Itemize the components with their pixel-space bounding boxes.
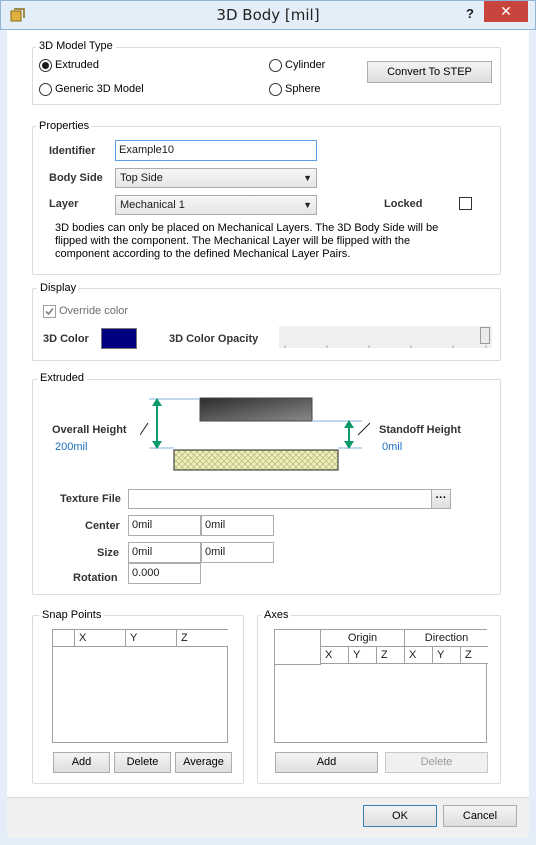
axes-origin-header: Origin <box>321 630 405 647</box>
opacity-slider[interactable] <box>279 326 492 348</box>
extrusion-diagram <box>139 395 371 473</box>
cancel-button[interactable]: Cancel <box>443 805 517 827</box>
snap-average-button[interactable]: Average <box>175 752 232 773</box>
size-y-input[interactable]: 0mil <box>201 542 274 563</box>
extruded-radio[interactable] <box>39 59 52 72</box>
standoff-height-label: Standoff Height <box>379 424 461 436</box>
override-color-checkbox[interactable] <box>43 305 56 318</box>
table-header-rowhead <box>275 630 321 665</box>
axes-direction-header: Direction <box>405 630 488 647</box>
opacity-slider-thumb[interactable] <box>480 327 490 344</box>
ok-button[interactable]: OK <box>363 805 437 827</box>
window-title: 3D Body [mil] <box>216 6 320 24</box>
identifier-input[interactable]: Example10 <box>115 140 317 161</box>
size-x-input[interactable]: 0mil <box>128 542 201 563</box>
chevron-down-icon: ▼ <box>303 173 312 183</box>
body-side-label: Body Side <box>49 172 103 184</box>
extruded-label[interactable]: Extruded <box>55 59 99 71</box>
chevron-down-icon: ▼ <box>303 200 312 210</box>
properties-legend: Properties <box>36 120 93 132</box>
layer-value: Mechanical 1 <box>120 199 185 211</box>
center-label: Center <box>85 520 120 532</box>
center-x-input[interactable]: 0mil <box>128 515 201 536</box>
axes-origin-z-header[interactable]: Z <box>377 647 405 664</box>
axes-origin-y-header[interactable]: Y <box>349 647 377 664</box>
snap-delete-button[interactable]: Delete <box>114 752 171 773</box>
locked-checkbox[interactable] <box>459 197 472 210</box>
layer-label: Layer <box>49 198 79 210</box>
display-legend: Display <box>37 282 80 294</box>
center-y-input[interactable]: 0mil <box>201 515 274 536</box>
3d-color-opacity-label: 3D Color Opacity <box>169 333 259 345</box>
generic-3d-model-label[interactable]: Generic 3D Model <box>55 83 144 95</box>
model-type-legend: 3D Model Type <box>36 40 116 52</box>
help-button[interactable]: ? <box>460 3 480 25</box>
sphere-label[interactable]: Sphere <box>285 83 320 95</box>
snap-points-table[interactable]: X Y Z <box>52 629 228 743</box>
texture-file-input[interactable] <box>128 489 432 509</box>
identifier-label: Identifier <box>49 145 96 157</box>
axes-origin-x-header[interactable]: X <box>321 647 349 664</box>
axes-delete-button: Delete <box>385 752 488 773</box>
axes-table[interactable]: Origin Direction X Y Z X Y Z <box>274 629 488 743</box>
mechanical-layer-note: 3D bodies can only be placed on Mechanic… <box>55 222 439 260</box>
snap-col-x-header[interactable]: X <box>75 630 126 647</box>
axes-direction-y-header[interactable]: Y <box>433 647 461 664</box>
table-header-rowhead <box>53 630 75 647</box>
generic-3d-model-radio[interactable] <box>39 83 52 96</box>
texture-file-label: Texture File <box>60 493 121 505</box>
snap-add-button[interactable]: Add <box>53 752 110 773</box>
axes-direction-z-header[interactable]: Z <box>461 647 488 664</box>
rotation-input[interactable]: 0.000 <box>128 563 201 584</box>
body-side-value: Top Side <box>120 172 163 184</box>
browse-button[interactable]: ··· <box>431 489 451 509</box>
display-group <box>32 288 501 361</box>
snap-col-y-header[interactable]: Y <box>126 630 177 647</box>
cylinder-label[interactable]: Cylinder <box>285 59 325 71</box>
size-label: Size <box>97 547 120 559</box>
snap-col-z-header[interactable]: Z <box>177 630 228 647</box>
3d-color-swatch[interactable] <box>101 328 137 349</box>
override-color-label: Override color <box>59 305 129 317</box>
sphere-radio[interactable] <box>269 83 282 96</box>
close-button[interactable]: ✕ <box>484 1 528 22</box>
overall-height-label: Overall Height <box>52 424 127 436</box>
snap-points-legend: Snap Points <box>39 609 105 621</box>
axes-direction-x-header[interactable]: X <box>405 647 433 664</box>
layer-select[interactable]: Mechanical 1 ▼ <box>115 195 317 215</box>
standoff-height-value[interactable]: 0mil <box>382 441 402 453</box>
convert-to-step-button[interactable]: Convert To STEP <box>367 61 492 83</box>
cylinder-radio[interactable] <box>269 59 282 72</box>
extruded-legend: Extruded <box>37 372 88 384</box>
axes-add-button[interactable]: Add <box>275 752 378 773</box>
overall-height-value[interactable]: 200mil <box>55 441 87 453</box>
rotation-label: Rotation <box>73 572 118 584</box>
axes-legend: Axes <box>261 609 292 621</box>
body-side-select[interactable]: Top Side ▼ <box>115 168 317 188</box>
locked-label: Locked <box>384 198 423 210</box>
3d-color-label: 3D Color <box>43 333 89 345</box>
